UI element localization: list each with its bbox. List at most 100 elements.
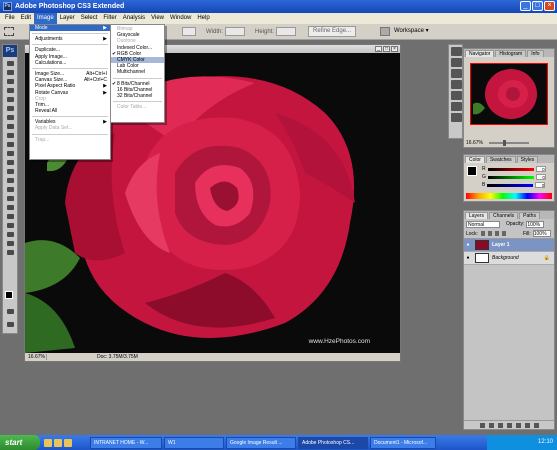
mode-menu-item-11[interactable]: 32 Bits/Channel: [111, 93, 164, 99]
g-value[interactable]: 0: [535, 174, 546, 180]
desktop-icon[interactable]: [54, 438, 62, 447]
magic-wand-tool-icon[interactable]: [3, 86, 17, 95]
lasso-tool-icon[interactable]: [3, 77, 17, 86]
clone-source-icon[interactable]: [451, 102, 462, 111]
color-spectrum[interactable]: [466, 193, 552, 199]
task-photoshop[interactable]: Adobe Photoshop CS...: [298, 436, 368, 449]
image-menu-item-2[interactable]: Adjustments ▶: [30, 36, 110, 42]
opacity-field[interactable]: 100%: [526, 220, 545, 228]
healing-tool-icon[interactable]: [3, 113, 17, 122]
trash-icon[interactable]: [534, 422, 539, 428]
layer-mask-icon[interactable]: [498, 422, 503, 428]
tab-channels[interactable]: Channels: [489, 212, 519, 219]
mode-menu-item-7[interactable]: Multichannel: [111, 69, 164, 75]
doc-minimize-button[interactable]: _: [375, 46, 382, 52]
gradient-tool-icon[interactable]: [3, 158, 17, 167]
clock[interactable]: 12:10: [538, 439, 553, 445]
eyedropper-tool-icon[interactable]: [3, 230, 17, 239]
blend-mode-select[interactable]: Normal: [466, 220, 500, 228]
workspace-button[interactable]: Workspace ▾: [394, 27, 429, 34]
image-menu-item-6[interactable]: Calculations...: [30, 60, 110, 66]
folder-icon[interactable]: [64, 438, 72, 447]
brushes-panel-icon[interactable]: [451, 69, 462, 78]
dodge-tool-icon[interactable]: [3, 176, 17, 185]
close-button[interactable]: ×: [544, 1, 555, 11]
marquee-tool-icon[interactable]: [4, 27, 14, 36]
task-w1[interactable]: W1: [164, 436, 224, 449]
minimize-button[interactable]: _: [520, 1, 531, 11]
quick-mask-icon[interactable]: [3, 307, 17, 316]
r-slider[interactable]: [487, 167, 534, 171]
tab-swatches[interactable]: Swatches: [485, 156, 516, 163]
eraser-tool-icon[interactable]: [3, 149, 17, 158]
character-panel-icon[interactable]: [451, 113, 462, 122]
menu-analysis[interactable]: Analysis: [120, 13, 148, 24]
tab-paths[interactable]: Paths: [519, 212, 540, 219]
doc-maximize-button[interactable]: □: [383, 46, 390, 52]
fill-field[interactable]: 100%: [532, 230, 551, 237]
b-value[interactable]: 0: [535, 182, 546, 188]
tool-presets-icon[interactable]: [451, 80, 462, 89]
layer-comps-icon[interactable]: [451, 91, 462, 100]
menu-layer[interactable]: Layer: [57, 13, 78, 24]
b-slider[interactable]: [487, 183, 534, 187]
shape-tool-icon[interactable]: [3, 212, 17, 221]
layer-row-background[interactable]: ● Background 🔒: [464, 252, 554, 265]
refine-edge-button[interactable]: Refine Edge...: [308, 26, 357, 37]
start-button[interactable]: start: [0, 435, 40, 450]
menu-file[interactable]: File: [2, 13, 18, 24]
image-menu-item-14[interactable]: Reveal All: [30, 108, 110, 114]
color-fg-swatch[interactable]: [467, 166, 477, 176]
menu-view[interactable]: View: [148, 13, 167, 24]
layer-style-icon[interactable]: [489, 422, 494, 428]
lock-icons[interactable]: [480, 231, 507, 236]
menu-filter[interactable]: Filter: [100, 13, 119, 24]
doc-size-info[interactable]: Doc: 3.75M/3.75M: [47, 354, 138, 360]
slice-tool-icon[interactable]: [3, 104, 17, 113]
brush-tool-icon[interactable]: [3, 122, 17, 131]
history-brush-tool-icon[interactable]: [3, 140, 17, 149]
task-google-image[interactable]: Google Image Result ...: [226, 436, 296, 449]
actions-panel-icon[interactable]: [451, 58, 462, 67]
zoom-level[interactable]: 16.67%: [25, 354, 47, 360]
new-group-icon[interactable]: [516, 422, 521, 428]
menu-image[interactable]: Image: [34, 13, 57, 24]
link-layers-icon[interactable]: [480, 422, 485, 428]
path-select-tool-icon[interactable]: [3, 203, 17, 212]
workspace-icon[interactable]: [380, 27, 390, 36]
menu-select[interactable]: Select: [78, 13, 101, 24]
navigator-thumbnail[interactable]: [470, 63, 548, 125]
eye-icon[interactable]: ●: [464, 255, 472, 261]
crop-tool-icon[interactable]: [3, 95, 17, 104]
screen-mode-icon[interactable]: [3, 320, 17, 329]
task-document1[interactable]: Document1 - Microsof...: [370, 436, 436, 449]
zoom-tool-icon[interactable]: [3, 248, 17, 257]
marquee-tool-icon[interactable]: [3, 68, 17, 77]
adjustment-layer-icon[interactable]: [507, 422, 512, 428]
height-field[interactable]: [276, 27, 297, 36]
move-tool-icon[interactable]: [3, 59, 17, 68]
hand-tool-icon[interactable]: [3, 239, 17, 248]
style-select[interactable]: [182, 27, 196, 36]
eye-icon[interactable]: ●: [464, 242, 472, 248]
width-field[interactable]: [225, 27, 246, 36]
tab-styles[interactable]: Styles: [516, 156, 539, 163]
stamp-tool-icon[interactable]: [3, 131, 17, 140]
task-intranet[interactable]: INTRANET HOME - W...: [90, 436, 162, 449]
tab-info[interactable]: Info: [527, 50, 544, 57]
tab-histogram[interactable]: Histogram: [495, 50, 527, 57]
tab-layers[interactable]: Layers: [465, 212, 489, 219]
ie-icon[interactable]: [44, 438, 52, 447]
foreground-color-swatch[interactable]: [5, 291, 13, 299]
tab-navigator[interactable]: Navigator: [465, 50, 495, 57]
maximize-button[interactable]: □: [532, 1, 543, 11]
tab-color[interactable]: Color: [465, 156, 485, 163]
new-layer-icon[interactable]: [525, 422, 530, 428]
menu-edit[interactable]: Edit: [18, 13, 34, 24]
navigator-zoom-slider[interactable]: [488, 140, 529, 146]
menu-help[interactable]: Help: [194, 13, 212, 24]
blur-tool-icon[interactable]: [3, 167, 17, 176]
notes-tool-icon[interactable]: [3, 221, 17, 230]
g-slider[interactable]: [487, 175, 534, 179]
type-tool-icon[interactable]: [3, 194, 17, 203]
